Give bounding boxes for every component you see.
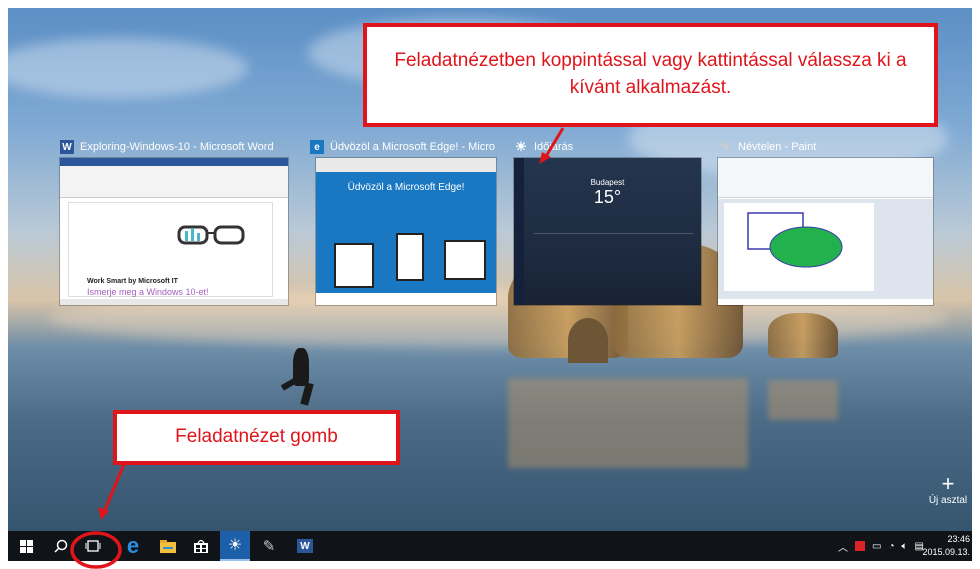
weather-forecast-row <box>534 233 694 271</box>
paint-icon: ✎ <box>719 140 731 154</box>
edge-icon: e <box>310 140 324 154</box>
store-icon[interactable] <box>186 531 216 561</box>
rock <box>768 313 838 358</box>
windows-start-icon[interactable] <box>11 531 41 561</box>
reflection <box>768 380 838 420</box>
desktop: W Exploring-Windows-10 - Microsoft Word … <box>8 8 972 539</box>
word-icon: W <box>60 140 74 154</box>
window-title-edge[interactable]: e Üdvözöl a Microsoft Edge! - Microsof..… <box>310 140 495 154</box>
store-bag-glyph <box>194 539 208 553</box>
paint-canvas <box>724 203 874 291</box>
weather-icon: ☀ <box>515 140 527 154</box>
callout-arrow <box>98 464 126 520</box>
window-thumbnail-weather[interactable]: Budapest 15° <box>514 158 701 305</box>
clock[interactable]: 23:46 2015.09.13. <box>922 533 970 559</box>
callout-task-view-button: Feladatnézet gomb <box>113 410 400 465</box>
edge-tab-bar <box>316 158 496 172</box>
window-title-label: Üdvözöl a Microsoft Edge! - Microsof... <box>330 141 495 153</box>
device-tablet <box>396 233 424 281</box>
window-thumbnail-word[interactable]: Work Smart by Microsoft IT Ismerje meg a… <box>60 158 288 305</box>
new-desktop-label: Új asztal <box>928 495 968 506</box>
clock-time: 23:46 <box>947 534 970 544</box>
word-logo: W <box>297 539 313 553</box>
window-title-label: Exploring-Windows-10 - Microsoft Word <box>80 141 274 153</box>
file-explorer-icon[interactable] <box>153 531 183 561</box>
callout-arrow <box>539 127 565 164</box>
volume-icon[interactable]: 🔈︎ <box>902 541 908 552</box>
screenshot-frame: W Exploring-Windows-10 - Microsoft Word … <box>0 0 980 569</box>
battery-icon[interactable]: ▭ <box>872 541 881 552</box>
paint-drawing <box>747 212 843 268</box>
plus-icon: + <box>941 471 955 496</box>
new-desktop-button[interactable]: + Új asztal <box>923 471 972 507</box>
weather-temperature: 15° <box>593 187 622 207</box>
magnifier <box>54 539 68 553</box>
rock-arch <box>568 318 608 363</box>
cloud <box>8 38 248 98</box>
word-ribbon <box>60 158 288 198</box>
callout-select-app: Feladatnézetben koppintással vagy kattin… <box>363 23 938 127</box>
paint-icon[interactable]: ✎ <box>254 531 284 561</box>
word-doc-subtitle: Ismerje meg a Windows 10-et! <box>87 287 209 297</box>
paint-canvas-area <box>718 199 933 299</box>
antivirus-icon[interactable] <box>855 541 866 551</box>
device-laptop <box>334 243 374 288</box>
edge-page-heading: Üdvözöl a Microsoft Edge! <box>347 182 465 193</box>
weather-city: Budapest <box>590 178 625 187</box>
windows-logo <box>19 539 33 553</box>
glasses-illustration <box>177 225 245 245</box>
taskbar: e ☀ ✎ W ︿ ▭ ◔ 🔈︎ ▤ 23:46 2015.09.13. <box>8 531 972 561</box>
edge-footer <box>316 293 496 305</box>
folder-glyph <box>160 539 176 553</box>
window-thumbnail-paint[interactable] <box>718 158 933 305</box>
clock-date: 2015.09.13. <box>922 547 970 557</box>
reflection <box>508 378 748 468</box>
chevron-up-icon[interactable]: ︿ <box>838 539 848 554</box>
word-doc-heading: Work Smart by Microsoft IT <box>87 278 178 285</box>
window-thumbnail-edge[interactable]: Üdvözöl a Microsoft Edge! <box>316 158 496 305</box>
word-icon[interactable]: W <box>290 531 320 561</box>
window-title-paint[interactable]: ✎ Névtelen - Paint <box>718 140 838 154</box>
device-monitor <box>444 240 486 280</box>
window-title-label: Névtelen - Paint <box>738 141 817 153</box>
task-view-highlight-circle <box>70 531 122 569</box>
paint-ribbon <box>718 158 933 198</box>
wifi-icon[interactable]: ◔ <box>889 541 895 552</box>
window-title-word[interactable]: W Exploring-Windows-10 - Microsoft Word <box>60 140 280 154</box>
weather-icon[interactable]: ☀ <box>220 531 250 561</box>
system-tray: ︿ ▭ ◔ 🔈︎ ▤ <box>838 531 924 561</box>
word-status-bar <box>60 299 288 305</box>
